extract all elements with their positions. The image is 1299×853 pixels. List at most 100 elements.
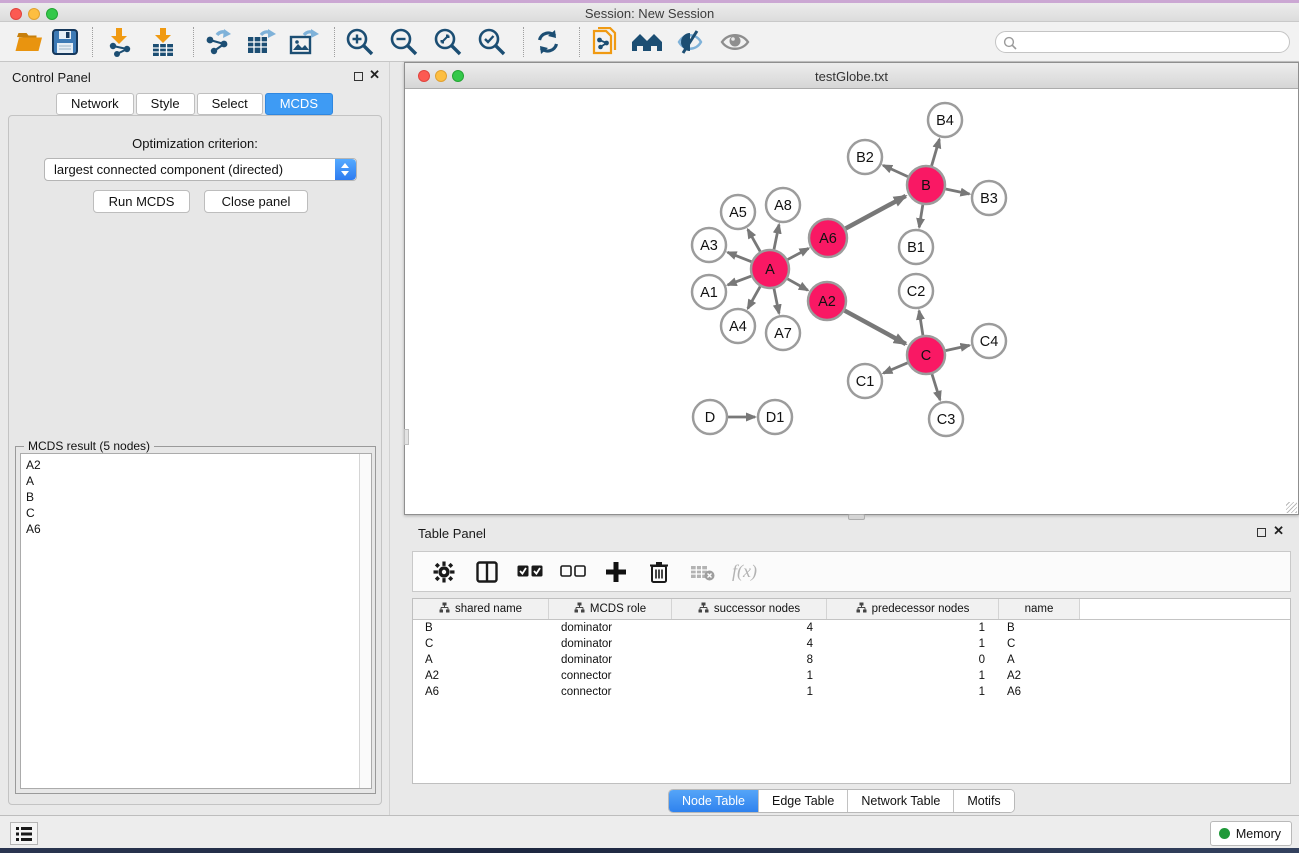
- optimization-dropdown[interactable]: largest connected component (directed): [44, 158, 357, 181]
- cell[interactable]: 1: [672, 668, 827, 684]
- cell[interactable]: 0: [827, 652, 999, 668]
- tab-network-table[interactable]: Network Table: [848, 790, 954, 812]
- edge-A-A3[interactable]: [728, 252, 752, 261]
- edge-A-A1[interactable]: [728, 276, 752, 285]
- split-panel-icon[interactable]: [474, 559, 500, 585]
- edge-A-A4[interactable]: [748, 286, 760, 308]
- node-A1[interactable]: A1: [692, 275, 726, 309]
- node-B[interactable]: B: [907, 166, 945, 204]
- import-network-icon[interactable]: [104, 26, 136, 58]
- table-row[interactable]: Cdominator41C: [413, 636, 1290, 652]
- cell[interactable]: dominator: [549, 652, 672, 668]
- edge-C-C4[interactable]: [946, 345, 970, 350]
- cell[interactable]: dominator: [549, 620, 672, 636]
- node-C2[interactable]: C2: [899, 274, 933, 308]
- table-row[interactable]: A2connector11A2: [413, 668, 1290, 684]
- tab-motifs[interactable]: Motifs: [954, 790, 1013, 812]
- edge-A-A7[interactable]: [774, 289, 779, 314]
- table-row[interactable]: Adominator80A: [413, 652, 1290, 668]
- node-A5[interactable]: A5: [721, 195, 755, 229]
- cell[interactable]: connector: [549, 684, 672, 700]
- cell[interactable]: 1: [827, 636, 999, 652]
- zoom-out-icon[interactable]: [388, 26, 420, 58]
- run-mcds-button[interactable]: Run MCDS: [93, 190, 190, 213]
- node-B1[interactable]: B1: [899, 230, 933, 264]
- edge-B-B4[interactable]: [932, 139, 940, 166]
- result-item[interactable]: B: [21, 489, 371, 505]
- cell[interactable]: B: [999, 620, 1080, 636]
- network-document-icon[interactable]: [589, 26, 621, 58]
- select-all-icon[interactable]: [517, 559, 543, 585]
- export-image-icon[interactable]: [288, 26, 320, 58]
- zoom-in-icon[interactable]: [344, 26, 376, 58]
- cell[interactable]: A: [413, 652, 549, 668]
- window-resize-grip[interactable]: [1286, 502, 1297, 513]
- close-panel-button[interactable]: Close panel: [204, 190, 308, 213]
- node-C1[interactable]: C1: [848, 364, 882, 398]
- table-row[interactable]: Bdominator41B: [413, 620, 1290, 636]
- edge-B-B3[interactable]: [946, 189, 970, 194]
- export-table-icon[interactable]: [245, 26, 277, 58]
- node-D1[interactable]: D1: [758, 400, 792, 434]
- result-item[interactable]: A6: [21, 521, 371, 537]
- show-hide-panels-icon[interactable]: [674, 26, 706, 58]
- node-A8[interactable]: A8: [766, 188, 800, 222]
- tab-mcds[interactable]: MCDS: [265, 93, 333, 115]
- search-input[interactable]: [1020, 33, 1284, 51]
- cell[interactable]: A2: [999, 668, 1080, 684]
- delete-column-icon[interactable]: [646, 559, 672, 585]
- zoom-fit-icon[interactable]: [432, 26, 464, 58]
- node-A4[interactable]: A4: [721, 309, 755, 343]
- cell[interactable]: 1: [827, 668, 999, 684]
- tab-style[interactable]: Style: [136, 93, 195, 115]
- cell[interactable]: 4: [672, 620, 827, 636]
- cell[interactable]: A6: [413, 684, 549, 700]
- table-row[interactable]: A6connector11A6: [413, 684, 1290, 700]
- node-A[interactable]: A: [751, 250, 789, 288]
- eye-icon[interactable]: [719, 26, 751, 58]
- table-settings-icon[interactable]: [431, 559, 457, 585]
- home-icon[interactable]: [631, 26, 663, 58]
- result-item[interactable]: A: [21, 473, 371, 489]
- cell[interactable]: 1: [672, 684, 827, 700]
- edge-A-A6[interactable]: [788, 248, 809, 259]
- edge-C-C1[interactable]: [883, 363, 907, 373]
- cell[interactable]: dominator: [549, 636, 672, 652]
- node-A7[interactable]: A7: [766, 316, 800, 350]
- import-table-icon[interactable]: [147, 26, 179, 58]
- edge-C-C2[interactable]: [919, 311, 923, 335]
- node-D[interactable]: D: [693, 400, 727, 434]
- splitter-handle[interactable]: [404, 429, 409, 445]
- edge-A-A5[interactable]: [748, 229, 760, 251]
- cell[interactable]: C: [999, 636, 1080, 652]
- edge-C-C3[interactable]: [932, 374, 940, 400]
- edge-B-B1[interactable]: [919, 205, 923, 228]
- result-item[interactable]: C: [21, 505, 371, 521]
- mcds-result-list[interactable]: A2ABCA6: [20, 453, 372, 789]
- cell[interactable]: 4: [672, 636, 827, 652]
- open-session-icon[interactable]: [13, 26, 45, 58]
- edge-A-A8[interactable]: [774, 225, 779, 250]
- cell[interactable]: A2: [413, 668, 549, 684]
- cell[interactable]: 1: [827, 620, 999, 636]
- add-column-icon[interactable]: [603, 559, 629, 585]
- column-header-successor-nodes[interactable]: successor nodes: [672, 599, 827, 619]
- network-canvas[interactable]: AA1A2A3A4A5A6A7A8BB1B2B3B4CC1C2C3C4DD1: [405, 89, 1298, 514]
- node-B2[interactable]: B2: [848, 140, 882, 174]
- node-A3[interactable]: A3: [692, 228, 726, 262]
- cell[interactable]: A: [999, 652, 1080, 668]
- node-C4[interactable]: C4: [972, 324, 1006, 358]
- cell[interactable]: connector: [549, 668, 672, 684]
- node-A6[interactable]: A6: [809, 219, 847, 257]
- tab-edge-table[interactable]: Edge Table: [759, 790, 848, 812]
- cell[interactable]: C: [413, 636, 549, 652]
- cell[interactable]: 1: [827, 684, 999, 700]
- column-header-MCDS-role[interactable]: MCDS role: [549, 599, 672, 619]
- node-B4[interactable]: B4: [928, 103, 962, 137]
- close-panel-icon[interactable]: ✕: [369, 67, 380, 83]
- save-session-icon[interactable]: [49, 26, 81, 58]
- edge-A-A2[interactable]: [787, 279, 807, 290]
- cell[interactable]: B: [413, 620, 549, 636]
- column-header-name[interactable]: name: [999, 599, 1080, 619]
- result-item[interactable]: A2: [21, 457, 371, 473]
